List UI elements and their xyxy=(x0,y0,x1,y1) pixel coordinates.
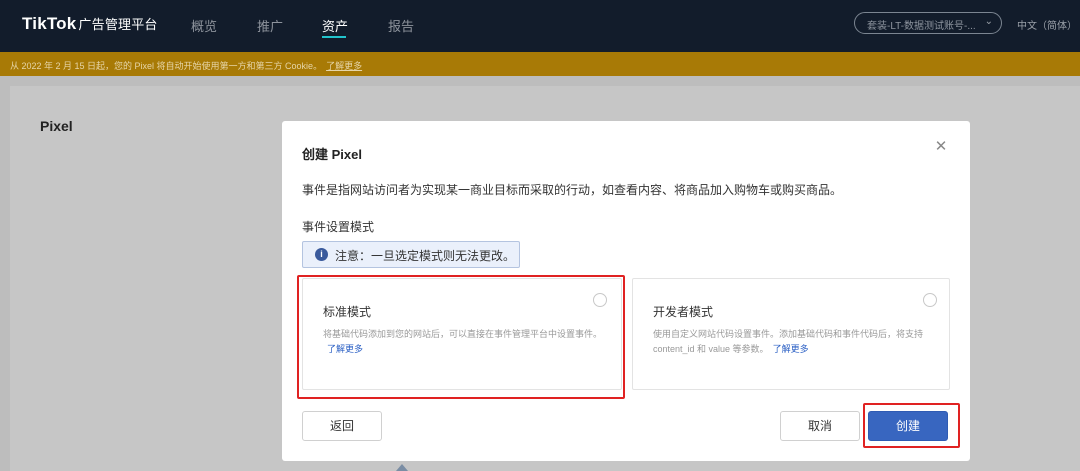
cookie-banner: 从 2022 年 2 月 15 日起，您的 Pixel 将自动开始使用第一方和第… xyxy=(0,52,1080,76)
account-name: 套装-LT-数据测试账号-... xyxy=(867,21,976,32)
banner-learn-more-link[interactable]: 了解更多 xyxy=(326,61,362,71)
developer-mode-card[interactable]: 开发者模式 使用自定义网站代码设置事件。添加基础代码和事件代码后，将支持 con… xyxy=(632,278,950,390)
chevron-down-icon: ⌄ xyxy=(984,16,993,27)
mode-label: 事件设置模式 xyxy=(302,220,375,234)
cancel-button[interactable]: 取消 xyxy=(780,411,860,441)
banner-text: 从 2022 年 2 月 15 日起，您的 Pixel 将自动开始使用第一方和第… xyxy=(10,61,323,71)
close-icon[interactable]: ✕ xyxy=(933,139,949,155)
logo-subtitle: 广告管理平台 xyxy=(78,17,158,32)
tiktok-logo[interactable]: TikTok 广告管理平台 xyxy=(22,14,158,34)
account-selector[interactable]: 套装-LT-数据测试账号-... ⌄ xyxy=(854,12,1002,34)
mode-notice: i 注意：一旦选定模式则无法更改。 xyxy=(302,241,520,268)
developer-mode-description: 使用自定义网站代码设置事件。添加基础代码和事件代码后，将支持 content_i… xyxy=(653,327,943,357)
developer-mode-radio[interactable] xyxy=(923,293,937,307)
page-title: Pixel xyxy=(40,118,73,134)
logo-text: TikTok xyxy=(22,14,77,33)
tab-campaign[interactable]: 推广 xyxy=(257,16,283,35)
modal-title: 创建 Pixel xyxy=(302,147,362,162)
tab-assets[interactable]: 资产 xyxy=(322,16,348,35)
developer-mode-learn-more-link[interactable]: 了解更多 xyxy=(773,344,809,354)
language-selector[interactable]: 中文（简体） xyxy=(1017,17,1077,32)
top-nav: TikTok 广告管理平台 概览 推广 资产 报告 套装-LT-数据测试账号-..… xyxy=(0,0,1080,52)
tab-overview[interactable]: 概览 xyxy=(191,16,217,35)
info-icon: i xyxy=(315,248,328,261)
modal-description: 事件是指网站访问者为实现某一商业目标而采取的行动，如查看内容、将商品加入购物车或… xyxy=(302,183,843,197)
notice-text: 注意：一旦选定模式则无法更改。 xyxy=(335,249,516,263)
developer-mode-title: 开发者模式 xyxy=(653,305,714,319)
active-tab-indicator xyxy=(322,36,346,38)
back-button[interactable]: 返回 xyxy=(302,411,382,441)
create-button-highlight xyxy=(863,403,960,448)
tab-reports[interactable]: 报告 xyxy=(388,16,414,35)
standard-mode-highlight xyxy=(297,275,625,399)
